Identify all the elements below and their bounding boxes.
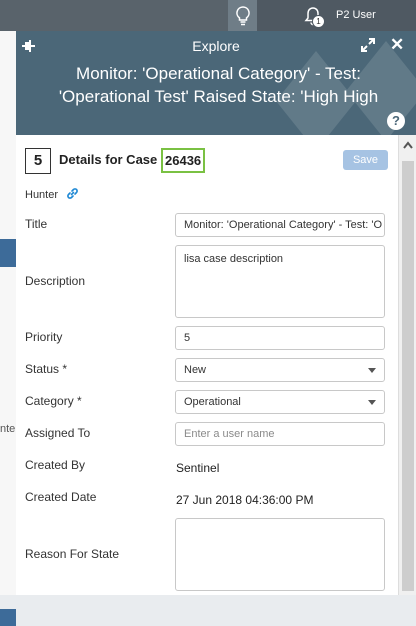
- background-sidebar: nte: [0, 31, 17, 626]
- panel-subtitle: Monitor: 'Operational Category' - Test: …: [58, 64, 379, 106]
- status-select[interactable]: New: [175, 358, 385, 382]
- description-label: Description: [25, 274, 86, 288]
- top-bar: 1 P2 User: [0, 0, 416, 31]
- link-icon[interactable]: [66, 187, 79, 205]
- status-label: Status *: [25, 362, 68, 376]
- reason-label: Reason For State: [25, 547, 120, 561]
- assigned-to-label: Assigned To: [25, 426, 91, 440]
- chevron-down-icon: [368, 368, 376, 373]
- background-footer: [0, 609, 16, 626]
- priority-label: Priority: [25, 330, 63, 344]
- assigned-to-field[interactable]: Enter a user name: [175, 422, 385, 446]
- priority-field[interactable]: 5: [175, 326, 385, 350]
- case-details-form: 5 Details for Case 26436 Save Hunter Tit…: [16, 135, 398, 595]
- status-value: New: [184, 364, 207, 376]
- created-date-label: Created Date: [25, 490, 97, 504]
- reason-field[interactable]: [175, 518, 385, 591]
- close-icon[interactable]: ✕: [390, 35, 404, 55]
- case-number-box: 5: [25, 148, 51, 174]
- scroll-up-icon[interactable]: [403, 141, 413, 149]
- explore-panel: Explore ✕ Monitor: 'Operational Category…: [16, 31, 416, 595]
- panel-header: Explore ✕ Monitor: 'Operational Category…: [16, 31, 416, 135]
- created-date-value: 27 Jun 2018 04:36:00 PM: [176, 493, 314, 507]
- category-label: Category *: [25, 394, 82, 408]
- bell-icon[interactable]: [298, 0, 328, 31]
- notification-badge: 1: [312, 15, 325, 28]
- chevron-down-icon: [368, 400, 376, 405]
- category-value: Operational: [184, 396, 241, 408]
- save-button[interactable]: Save: [343, 150, 388, 170]
- background-highlight: [0, 239, 16, 267]
- title-label: Title: [25, 217, 48, 231]
- description-field[interactable]: lisa case description: [175, 245, 385, 318]
- case-id: 26436: [161, 148, 206, 173]
- created-by-value: Sentinel: [176, 461, 220, 475]
- help-icon[interactable]: ?: [387, 112, 405, 130]
- expand-icon[interactable]: [360, 37, 376, 58]
- category-select[interactable]: Operational: [175, 390, 385, 414]
- hunter-label: Hunter: [25, 189, 59, 201]
- scroll-thumb[interactable]: [402, 161, 414, 591]
- title-field[interactable]: Monitor: 'Operational Category' - Test: …: [175, 213, 385, 237]
- scrollbar[interactable]: [398, 135, 416, 595]
- details-label: Details for Case: [59, 152, 158, 167]
- lightbulb-icon[interactable]: [228, 0, 257, 31]
- created-by-label: Created By: [25, 458, 86, 472]
- background-cut-text: nte: [0, 423, 16, 435]
- user-name[interactable]: P2 User: [336, 0, 376, 31]
- top-bar-left: [0, 0, 228, 31]
- panel-title: Explore: [192, 38, 240, 54]
